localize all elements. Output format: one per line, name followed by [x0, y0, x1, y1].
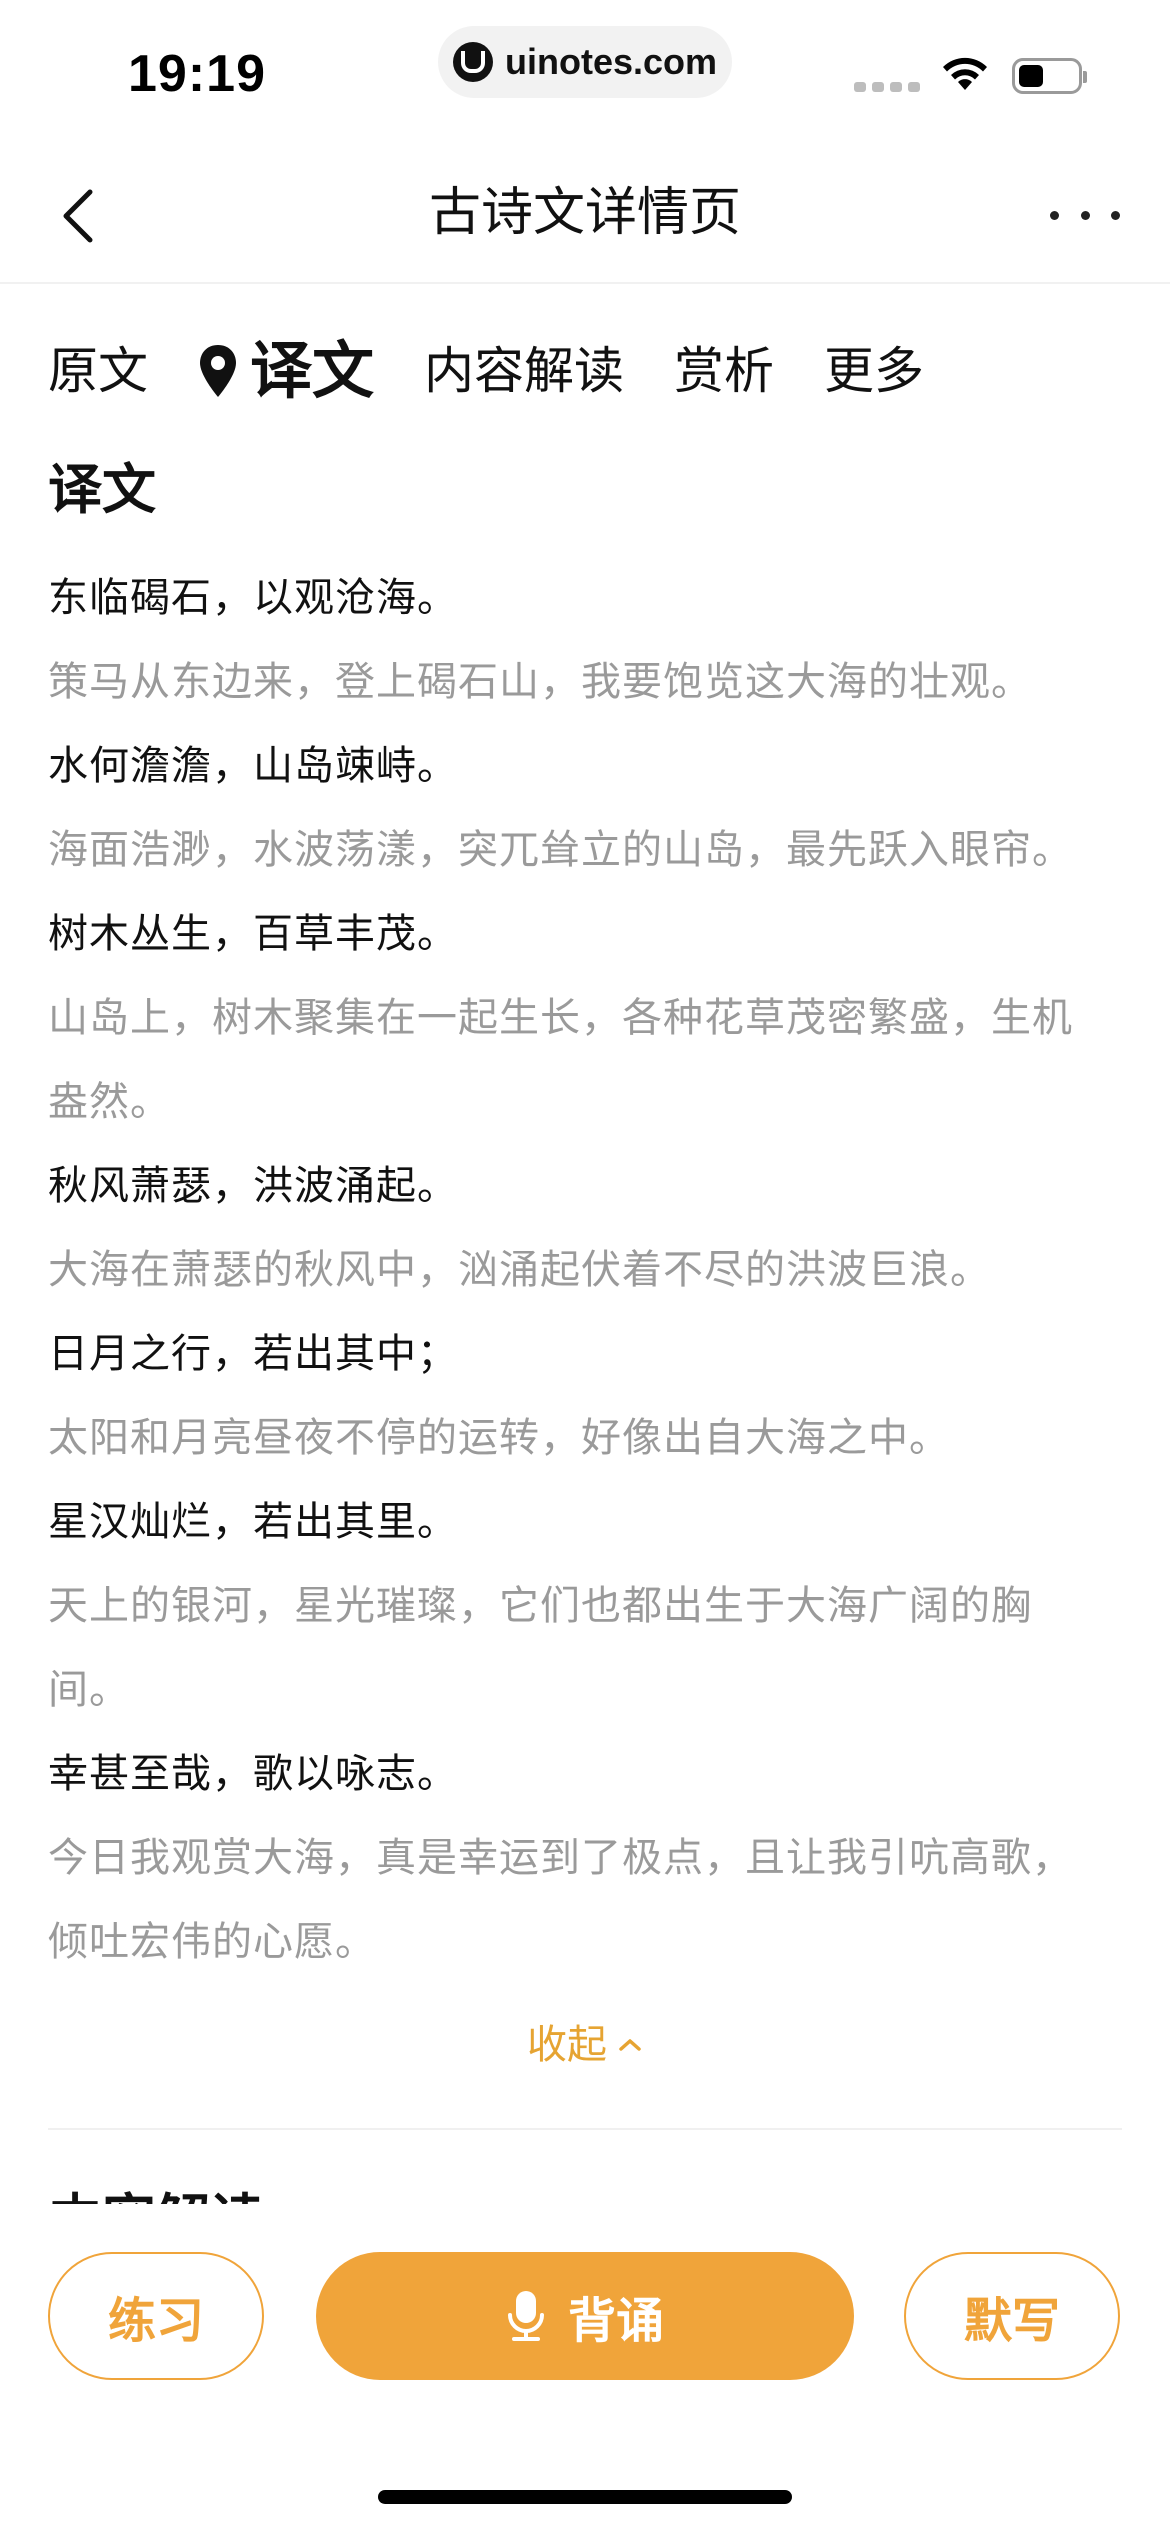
dictation-label: 默写 — [963, 2293, 1060, 2349]
translation-line: 盎然。 — [48, 1079, 171, 1125]
chevron-up-icon — [619, 2039, 641, 2051]
location-pin-icon — [200, 345, 236, 397]
translation-line: 间。 — [48, 1667, 130, 1713]
cellular-signal-icon — [854, 82, 920, 92]
nav-bar: 古诗文详情页 — [0, 150, 1170, 284]
original-line: 日月之行，若出其中； — [48, 1331, 458, 1377]
tab-original[interactable]: 原文 — [48, 326, 148, 416]
tab-label: 赏析 — [674, 342, 775, 400]
translation-line: 策马从东边来，登上碣石山，我要饱览这大海的壮观。 — [48, 659, 1032, 705]
more-options-button[interactable] — [1050, 200, 1120, 230]
dictation-button[interactable]: 默写 — [904, 2252, 1120, 2380]
battery-icon — [1012, 58, 1087, 94]
translation-line: 太阳和月亮昼夜不停的运转，好像出自大海之中。 — [48, 1415, 950, 1461]
more-dot-icon — [1111, 210, 1120, 220]
more-dot-icon — [1050, 210, 1059, 220]
original-line: 水何澹澹，山岛竦峙。 — [48, 743, 458, 789]
recite-button[interactable]: 背诵 — [316, 2252, 854, 2380]
site-logo-icon — [452, 42, 493, 82]
status-bar: 19:19 uinotes.com — [0, 0, 1170, 150]
more-dot-icon — [1080, 210, 1090, 220]
collapse-label: 收起 — [527, 2022, 607, 2068]
original-line: 东临碣石，以观沧海。 — [48, 575, 458, 621]
tab-label: 译文 — [250, 334, 375, 407]
translation-line: 倾吐宏伟的心愿。 — [48, 1919, 376, 1965]
original-line: 树木丛生，百草丰茂。 — [48, 911, 458, 957]
wifi-icon — [938, 54, 992, 98]
translation-line: 大海在萧瑟的秋风中，汹涌起伏着不尽的洪波巨浪。 — [48, 1247, 991, 1293]
translation-line: 山岛上，树木聚集在一起生长，各种花草茂密繁盛，生机 — [48, 995, 1073, 1041]
tab-appreciation[interactable]: 赏析 — [674, 326, 774, 416]
translation-line: 今日我观赏大海，真是幸运到了极点，且让我引吭高歌， — [48, 1835, 1073, 1881]
practice-button[interactable]: 练习 — [48, 2252, 264, 2380]
original-line: 幸甚至哉，歌以咏志。 — [48, 1751, 458, 1797]
tab-more[interactable]: 更多 — [824, 326, 924, 416]
url-text: uinotes.com — [504, 41, 718, 82]
status-time: 19:19 — [128, 45, 266, 103]
page: 19:19 uinotes.com 古诗文详情页 原文 译文 内容解读 赏析 更… — [0, 0, 1170, 2532]
tab-label: 更多 — [824, 342, 925, 400]
translation-list: 东临碣石，以观沧海。策马从东边来，登上碣石山，我要饱览这大海的壮观。 水何澹澹，山… — [48, 556, 1128, 1984]
translation-line: 天上的银河，星光璀璨，它们也都出生于大海广阔的胸 — [48, 1583, 1032, 1629]
bottom-action-bar: 练习 背诵 默写 — [0, 2204, 1170, 2532]
collapse-button[interactable]: 收起 — [0, 2010, 1170, 2080]
practice-label: 练习 — [107, 2293, 204, 2349]
tab-label: 内容解读 — [424, 342, 625, 400]
page-title: 古诗文详情页 — [428, 183, 741, 243]
translation-line: 海面浩渺，水波荡漾，突兀耸立的山岛，最先跃入眼帘。 — [48, 827, 1073, 873]
section-tabs: 原文 译文 内容解读 赏析 更多 — [48, 326, 974, 416]
section-title: 译文 — [48, 458, 156, 521]
original-line: 秋风萧瑟，洪波涌起。 — [48, 1163, 458, 1209]
microphone-icon — [507, 2291, 544, 2341]
url-pill[interactable]: uinotes.com — [438, 26, 732, 98]
tab-content-interpretation[interactable]: 内容解读 — [424, 326, 624, 416]
original-line: 星汉灿烂，若出其里。 — [48, 1499, 458, 1545]
recite-label: 背诵 — [567, 2293, 664, 2349]
divider — [48, 2128, 1122, 2130]
home-indicator[interactable] — [378, 2490, 792, 2504]
tab-label: 原文 — [48, 342, 148, 400]
tab-translation[interactable]: 译文 — [198, 326, 374, 416]
